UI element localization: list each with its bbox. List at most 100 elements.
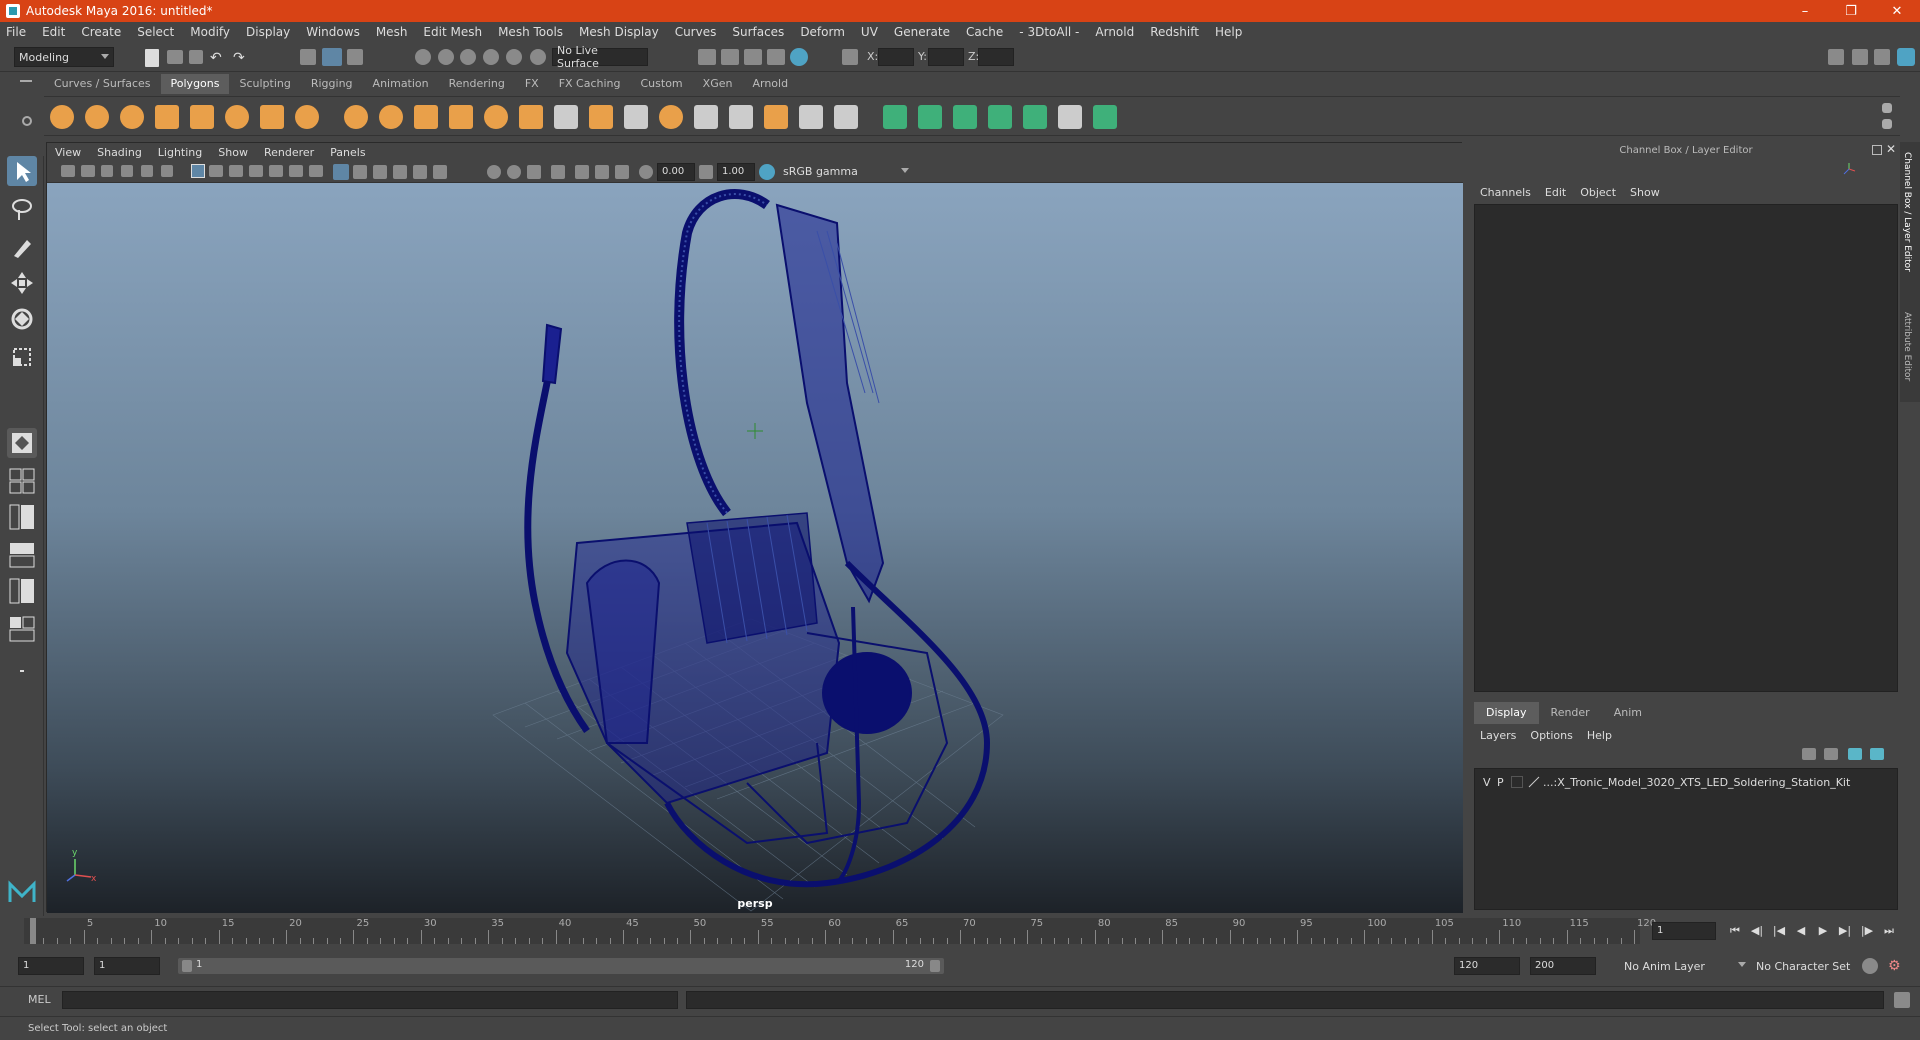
open-scene-icon[interactable] bbox=[167, 50, 183, 64]
shelf-scroll-up-icon[interactable] bbox=[1882, 103, 1892, 113]
textured-icon[interactable] bbox=[393, 165, 407, 179]
poly-cube-icon[interactable] bbox=[85, 105, 109, 129]
layer-visibility-toggle[interactable]: V bbox=[1483, 776, 1497, 789]
menu-edit-mesh[interactable]: Edit Mesh bbox=[423, 25, 482, 39]
viewport-canvas[interactable]: y x persp bbox=[47, 183, 1463, 913]
move-layer-down-icon[interactable] bbox=[1824, 748, 1838, 760]
isolate-select-icon[interactable] bbox=[551, 165, 565, 179]
step-forward-frame-icon[interactable]: ▶| bbox=[1836, 922, 1854, 940]
shelf-settings-icon[interactable] bbox=[22, 116, 32, 126]
bool-union-icon[interactable] bbox=[694, 105, 718, 129]
menu-cache[interactable]: Cache bbox=[966, 25, 1003, 39]
shelf-tab-curves-surfaces[interactable]: Curves / Surfaces bbox=[44, 74, 161, 94]
animation-preferences-icon[interactable]: ⚙ bbox=[1888, 958, 1904, 974]
hypershade-icon[interactable] bbox=[767, 49, 785, 65]
channel-box-area[interactable] bbox=[1474, 204, 1898, 692]
shelf-tab-fx[interactable]: FX bbox=[515, 74, 549, 94]
grease-pencil-icon[interactable] bbox=[161, 165, 173, 177]
move-layer-up-icon[interactable] bbox=[1802, 748, 1816, 760]
save-scene-icon[interactable] bbox=[189, 50, 203, 64]
safe-title-icon[interactable] bbox=[309, 165, 323, 177]
bool-difference-icon[interactable] bbox=[729, 105, 753, 129]
channel-box-toggle-icon[interactable] bbox=[1897, 48, 1915, 66]
range-start-handle[interactable] bbox=[182, 960, 192, 972]
wireframe-icon[interactable] bbox=[333, 164, 349, 180]
shelf-tab-rigging[interactable]: Rigging bbox=[301, 74, 363, 94]
camera-icon[interactable] bbox=[61, 165, 75, 177]
bridge-icon[interactable] bbox=[519, 105, 543, 129]
menu-uv[interactable]: UV bbox=[861, 25, 878, 39]
bookmark-icon[interactable] bbox=[101, 165, 113, 177]
snap-curve-icon[interactable] bbox=[438, 49, 454, 65]
automatic-mapping-icon[interactable] bbox=[799, 105, 823, 129]
menu-select[interactable]: Select bbox=[137, 25, 174, 39]
shelf-tab-fx-caching[interactable]: FX Caching bbox=[549, 74, 631, 94]
menu-display[interactable]: Display bbox=[246, 25, 290, 39]
close-button[interactable]: ✕ bbox=[1874, 0, 1920, 22]
layer-playback-toggle[interactable]: P bbox=[1497, 776, 1511, 789]
layer-menu-help[interactable]: Help bbox=[1587, 729, 1612, 742]
four-view-layout-icon[interactable] bbox=[7, 466, 37, 496]
render-settings-icon[interactable] bbox=[744, 49, 762, 65]
close-panel-icon[interactable]: ✕ bbox=[1886, 142, 1896, 156]
undo-icon[interactable]: ↶ bbox=[210, 50, 228, 68]
auto-key-icon[interactable] bbox=[1862, 958, 1878, 974]
bevel-icon[interactable] bbox=[484, 105, 508, 129]
redo-icon[interactable]: ↷ bbox=[233, 50, 251, 68]
channel-box-axis-icon[interactable] bbox=[1842, 162, 1856, 176]
persp-outliner-layout-icon[interactable] bbox=[7, 502, 37, 532]
layer-display-type-toggle[interactable] bbox=[1511, 776, 1523, 788]
layer-color-icon[interactable] bbox=[1527, 776, 1541, 788]
step-back-key-icon[interactable]: ◀​| bbox=[1748, 922, 1766, 940]
smooth-icon[interactable] bbox=[449, 105, 473, 129]
menu-redshift[interactable]: Redshift bbox=[1150, 25, 1199, 39]
uv-editor-icon[interactable] bbox=[834, 105, 858, 129]
tool-settings-icon[interactable] bbox=[1874, 49, 1890, 65]
snap-view-icon[interactable] bbox=[530, 49, 546, 65]
viewport-menu-view[interactable]: View bbox=[55, 146, 81, 159]
default-material-icon[interactable] bbox=[373, 165, 387, 179]
viewport-menu-shading[interactable]: Shading bbox=[97, 146, 142, 159]
extract-icon[interactable] bbox=[414, 105, 438, 129]
shadows-icon[interactable] bbox=[433, 165, 447, 179]
camera-attributes-icon[interactable] bbox=[81, 165, 95, 177]
smooth-shade-icon[interactable] bbox=[353, 165, 367, 179]
menu-create[interactable]: Create bbox=[81, 25, 121, 39]
outliner-toggle-icon[interactable] bbox=[7, 656, 37, 686]
channel-menu-edit[interactable]: Edit bbox=[1545, 186, 1566, 199]
attribute-editor-toggle-icon[interactable] bbox=[1852, 49, 1868, 65]
range-slider[interactable]: 1 120 bbox=[178, 958, 944, 974]
layer-menu-options[interactable]: Options bbox=[1530, 729, 1572, 742]
modeling-toolkit-icon[interactable] bbox=[1828, 49, 1844, 65]
gamma-icon[interactable] bbox=[699, 165, 713, 179]
mel-input[interactable] bbox=[62, 991, 678, 1009]
shelf-tab-xgen[interactable]: XGen bbox=[693, 74, 743, 94]
transform-constraint-icon[interactable] bbox=[842, 49, 858, 65]
animation-start-field[interactable]: 1 bbox=[18, 957, 84, 975]
separate-icon[interactable] bbox=[379, 105, 403, 129]
current-frame-field[interactable]: 1 bbox=[1652, 922, 1716, 940]
layer-name[interactable]: ...:X_Tronic_Model_3020_XTS_LED_Solderin… bbox=[1543, 776, 1850, 789]
step-back-frame-icon[interactable]: |◀ bbox=[1770, 922, 1788, 940]
field-chart-icon[interactable] bbox=[269, 165, 283, 177]
resolution-gate-icon[interactable] bbox=[229, 165, 243, 177]
go-to-end-icon[interactable]: ⏭ bbox=[1880, 922, 1898, 940]
viewport-menu-show[interactable]: Show bbox=[218, 146, 248, 159]
shelf-tab-animation[interactable]: Animation bbox=[363, 74, 439, 94]
use-all-lights-icon[interactable] bbox=[413, 165, 427, 179]
xray-joints-icon[interactable] bbox=[595, 165, 609, 179]
restore-button[interactable]: ❐ bbox=[1828, 0, 1874, 22]
snap-surface-icon[interactable] bbox=[506, 49, 522, 65]
menu-mesh-tools[interactable]: Mesh Tools bbox=[498, 25, 563, 39]
layer-menu-layers[interactable]: Layers bbox=[1480, 729, 1516, 742]
side-tab-attribute-editor[interactable]: Attribute Editor bbox=[1902, 312, 1912, 381]
menu-arnold[interactable]: Arnold bbox=[1095, 25, 1134, 39]
channel-menu-show[interactable]: Show bbox=[1630, 186, 1660, 199]
menu-surfaces[interactable]: Surfaces bbox=[732, 25, 784, 39]
checker-icon[interactable] bbox=[1058, 105, 1082, 129]
gate-mask-icon[interactable] bbox=[249, 165, 263, 177]
scale-tool[interactable] bbox=[7, 342, 37, 372]
go-to-start-icon[interactable]: ⏮ bbox=[1726, 922, 1744, 940]
gamma-field[interactable]: 1.00 bbox=[717, 163, 755, 181]
float-panel-icon[interactable] bbox=[1872, 145, 1882, 155]
